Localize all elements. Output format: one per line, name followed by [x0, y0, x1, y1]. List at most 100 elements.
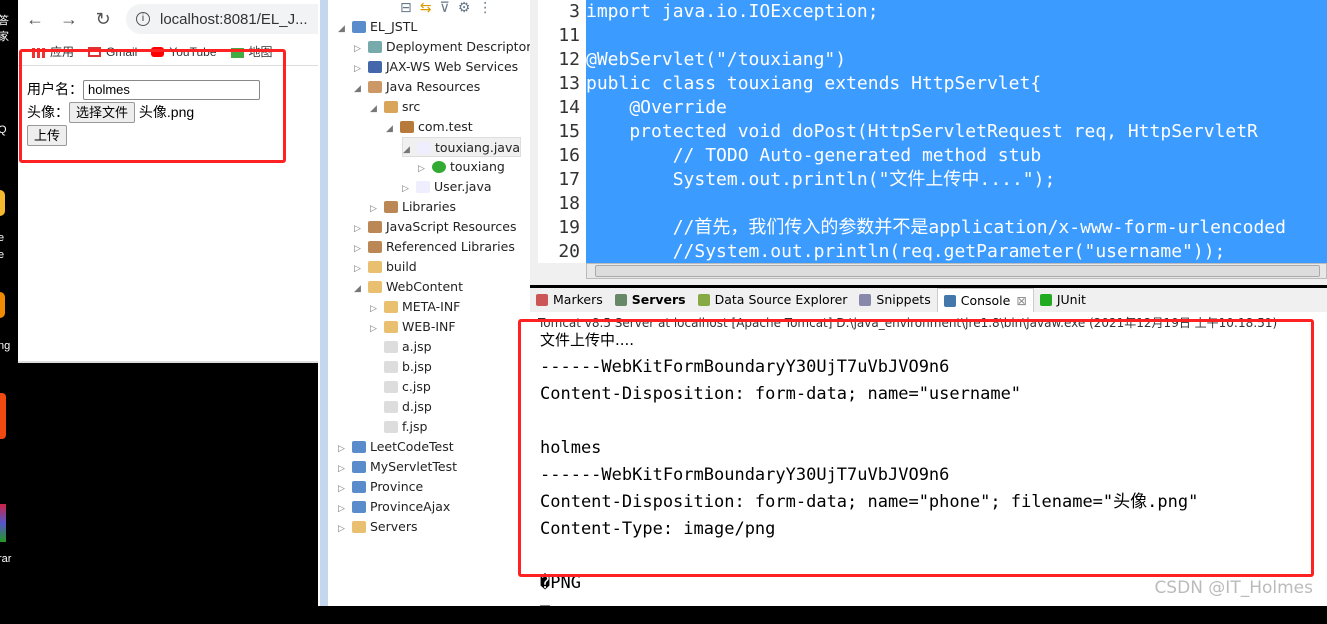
scrollbar-thumb[interactable]	[595, 265, 1320, 277]
code-line[interactable]: System.out.println("文件上传中....");	[586, 168, 1056, 192]
winrar-icon[interactable]	[0, 504, 6, 542]
close-tab-icon[interactable]: ⊠	[1016, 289, 1026, 313]
view-menu-icon[interactable]: ⋮	[478, 0, 500, 16]
expanded-arrow-icon[interactable]: ◢	[354, 279, 368, 299]
expanded-arrow-icon[interactable]: ◢	[386, 119, 400, 139]
tree-item-label: JavaScript Resources	[386, 219, 517, 234]
tree-item[interactable]: ◢ src	[370, 97, 420, 117]
collapsed-arrow-icon[interactable]: ▷	[338, 479, 352, 499]
horizontal-scrollbar[interactable]	[586, 263, 1327, 279]
collapse-all-icon[interactable]: ⊟	[400, 0, 420, 16]
reload-icon[interactable]: ↻	[86, 9, 120, 30]
expanded-arrow-icon[interactable]: ◢	[354, 79, 368, 99]
tree-item[interactable]: ▷ WEB-INF	[370, 317, 456, 337]
forward-icon[interactable]: →	[52, 9, 86, 30]
tree-item[interactable]: ▷ ProvinceAjax	[338, 497, 450, 517]
tree-item[interactable]: c.jsp	[370, 377, 431, 397]
tree-item[interactable]: b.jsp	[370, 357, 432, 377]
tree-item[interactable]: ▷ LeetCodeTest	[338, 437, 454, 457]
expanded-arrow-icon[interactable]: ◢	[403, 140, 417, 160]
line-number: 17	[558, 169, 580, 190]
expanded-arrow-icon[interactable]: ◢	[338, 19, 352, 39]
collapsed-arrow-icon[interactable]: ▷	[354, 39, 368, 59]
line-number: 13	[558, 73, 580, 94]
tab-servers[interactable]: Servers	[609, 288, 692, 312]
tree-item[interactable]: ◢ com.test	[386, 117, 473, 137]
back-icon[interactable]: ←	[18, 9, 52, 30]
tree-item-label: a.jsp	[402, 339, 432, 354]
tree-item[interactable]: ▷ Referenced Libraries	[354, 237, 515, 257]
code-line[interactable]: @WebServlet("/touxiang")	[586, 48, 846, 72]
collapsed-arrow-icon[interactable]: ▷	[370, 299, 384, 319]
app-icon[interactable]	[0, 393, 6, 439]
code-line[interactable]: //System.out.println(req.getParameter("u…	[586, 240, 1226, 263]
collapsed-arrow-icon[interactable]: ▷	[418, 159, 432, 179]
code-line[interactable]: //首先，我们传入的参数并不是application/x-www-form-ur…	[586, 216, 1297, 240]
filter-icon[interactable]: ⊽	[439, 0, 457, 16]
tree-item[interactable]: ▷ Servers	[338, 517, 418, 537]
desktop-label: ng	[0, 340, 11, 352]
collapsed-arrow-icon[interactable]: ▷	[370, 199, 384, 219]
tree-item[interactable]: ◢ EL_JSTL	[338, 17, 417, 37]
desktop-strip: 答家 Q e e ng rar	[0, 0, 18, 606]
tree-item[interactable]: ▷ MyServletTest	[338, 457, 457, 477]
tree-item-label: User.java	[434, 179, 492, 194]
project-explorer: ⊟⇆⊽⚙⋮ ◢ EL_JSTL ▷ Deployment Descriptor: ▷ JA…	[328, 0, 535, 606]
tree-item[interactable]: a.jsp	[370, 337, 432, 357]
tab-data-source-explorer[interactable]: Data Source Explorer	[692, 288, 854, 312]
code-line[interactable]: @Override	[586, 96, 727, 120]
tree-item[interactable]: ▷ touxiang	[418, 157, 505, 177]
collapsed-arrow-icon[interactable]: ▷	[354, 259, 368, 279]
tab-markers[interactable]: Markers	[530, 288, 609, 312]
link-editor-icon[interactable]: ⇆	[420, 0, 440, 16]
collapsed-arrow-icon[interactable]: ▷	[338, 439, 352, 459]
info-icon[interactable]: i	[136, 12, 150, 26]
tab-snippets[interactable]: Snippets	[853, 288, 936, 312]
code-line[interactable]: // TODO Auto-generated method stub	[586, 144, 1041, 168]
tree-item[interactable]: ▷ Province	[338, 477, 423, 497]
code-area[interactable]: import java.io.IOException; @WebServlet("…	[586, 0, 1327, 263]
tab-junit[interactable]: JUnit	[1034, 288, 1092, 312]
tree-item-label: touxiang.java	[435, 140, 521, 155]
code-line[interactable]: import java.io.IOException;	[586, 0, 879, 24]
collapsed-arrow-icon[interactable]: ▷	[354, 239, 368, 259]
servers-icon[interactable]: ⚙	[458, 0, 479, 16]
tree-item[interactable]: d.jsp	[370, 397, 432, 417]
tree-item-label: Deployment Descriptor:	[386, 39, 536, 54]
java-resources-icon	[368, 81, 382, 93]
tree-item[interactable]: ◢ Java Resources	[354, 77, 480, 97]
tree-item[interactable]: ▷ JAX-WS Web Services	[354, 57, 518, 77]
tree-item[interactable]: ▷ User.java	[402, 177, 492, 197]
collapsed-arrow-icon[interactable]: ▷	[354, 59, 368, 79]
tab-console[interactable]: Console ⊠	[936, 288, 1034, 313]
tree-item-label: c.jsp	[402, 379, 431, 394]
app-icon[interactable]	[0, 292, 5, 318]
code-editor[interactable]: 3 11 12 13 14 15 16 17 18 19 20 import java.io.IOE…	[530, 0, 1327, 285]
tab-label: Servers	[631, 292, 686, 307]
console-line: □	[540, 600, 551, 620]
tree-item[interactable]: ▷ META-INF	[370, 297, 460, 317]
app-icon[interactable]	[0, 190, 5, 216]
tree-item-label: WEB-INF	[402, 319, 456, 334]
class-icon	[432, 161, 446, 173]
code-line[interactable]: public class touxiang extends HttpServle…	[586, 72, 1041, 96]
tree-item[interactable]: ◢ touxiang.java	[402, 137, 522, 160]
tree-item[interactable]: ▷ Libraries	[370, 197, 456, 217]
tree-item[interactable]: f.jsp	[370, 417, 427, 437]
tree-item[interactable]: ▷ build	[354, 257, 417, 277]
code-line[interactable]: protected void doPost(HttpServletRequest…	[586, 120, 1258, 144]
collapsed-arrow-icon[interactable]: ▷	[338, 519, 352, 539]
expanded-arrow-icon[interactable]: ◢	[370, 99, 384, 119]
collapsed-arrow-icon[interactable]: ▷	[370, 319, 384, 339]
tree-item-label: f.jsp	[402, 419, 428, 434]
collapsed-arrow-icon[interactable]: ▷	[402, 179, 416, 199]
tree-item[interactable]: ◢ WebContent	[354, 277, 463, 297]
collapsed-arrow-icon[interactable]: ▷	[338, 499, 352, 519]
collapsed-arrow-icon[interactable]: ▷	[338, 459, 352, 479]
tab-label: Markers	[553, 292, 603, 307]
collapsed-arrow-icon[interactable]: ▷	[354, 219, 368, 239]
snippets-icon	[859, 294, 872, 306]
address-bar[interactable]: i localhost:8081/EL_J...	[126, 4, 318, 34]
tree-item[interactable]: ▷ JavaScript Resources	[354, 217, 516, 237]
tree-item[interactable]: ▷ Deployment Descriptor:	[354, 37, 535, 57]
